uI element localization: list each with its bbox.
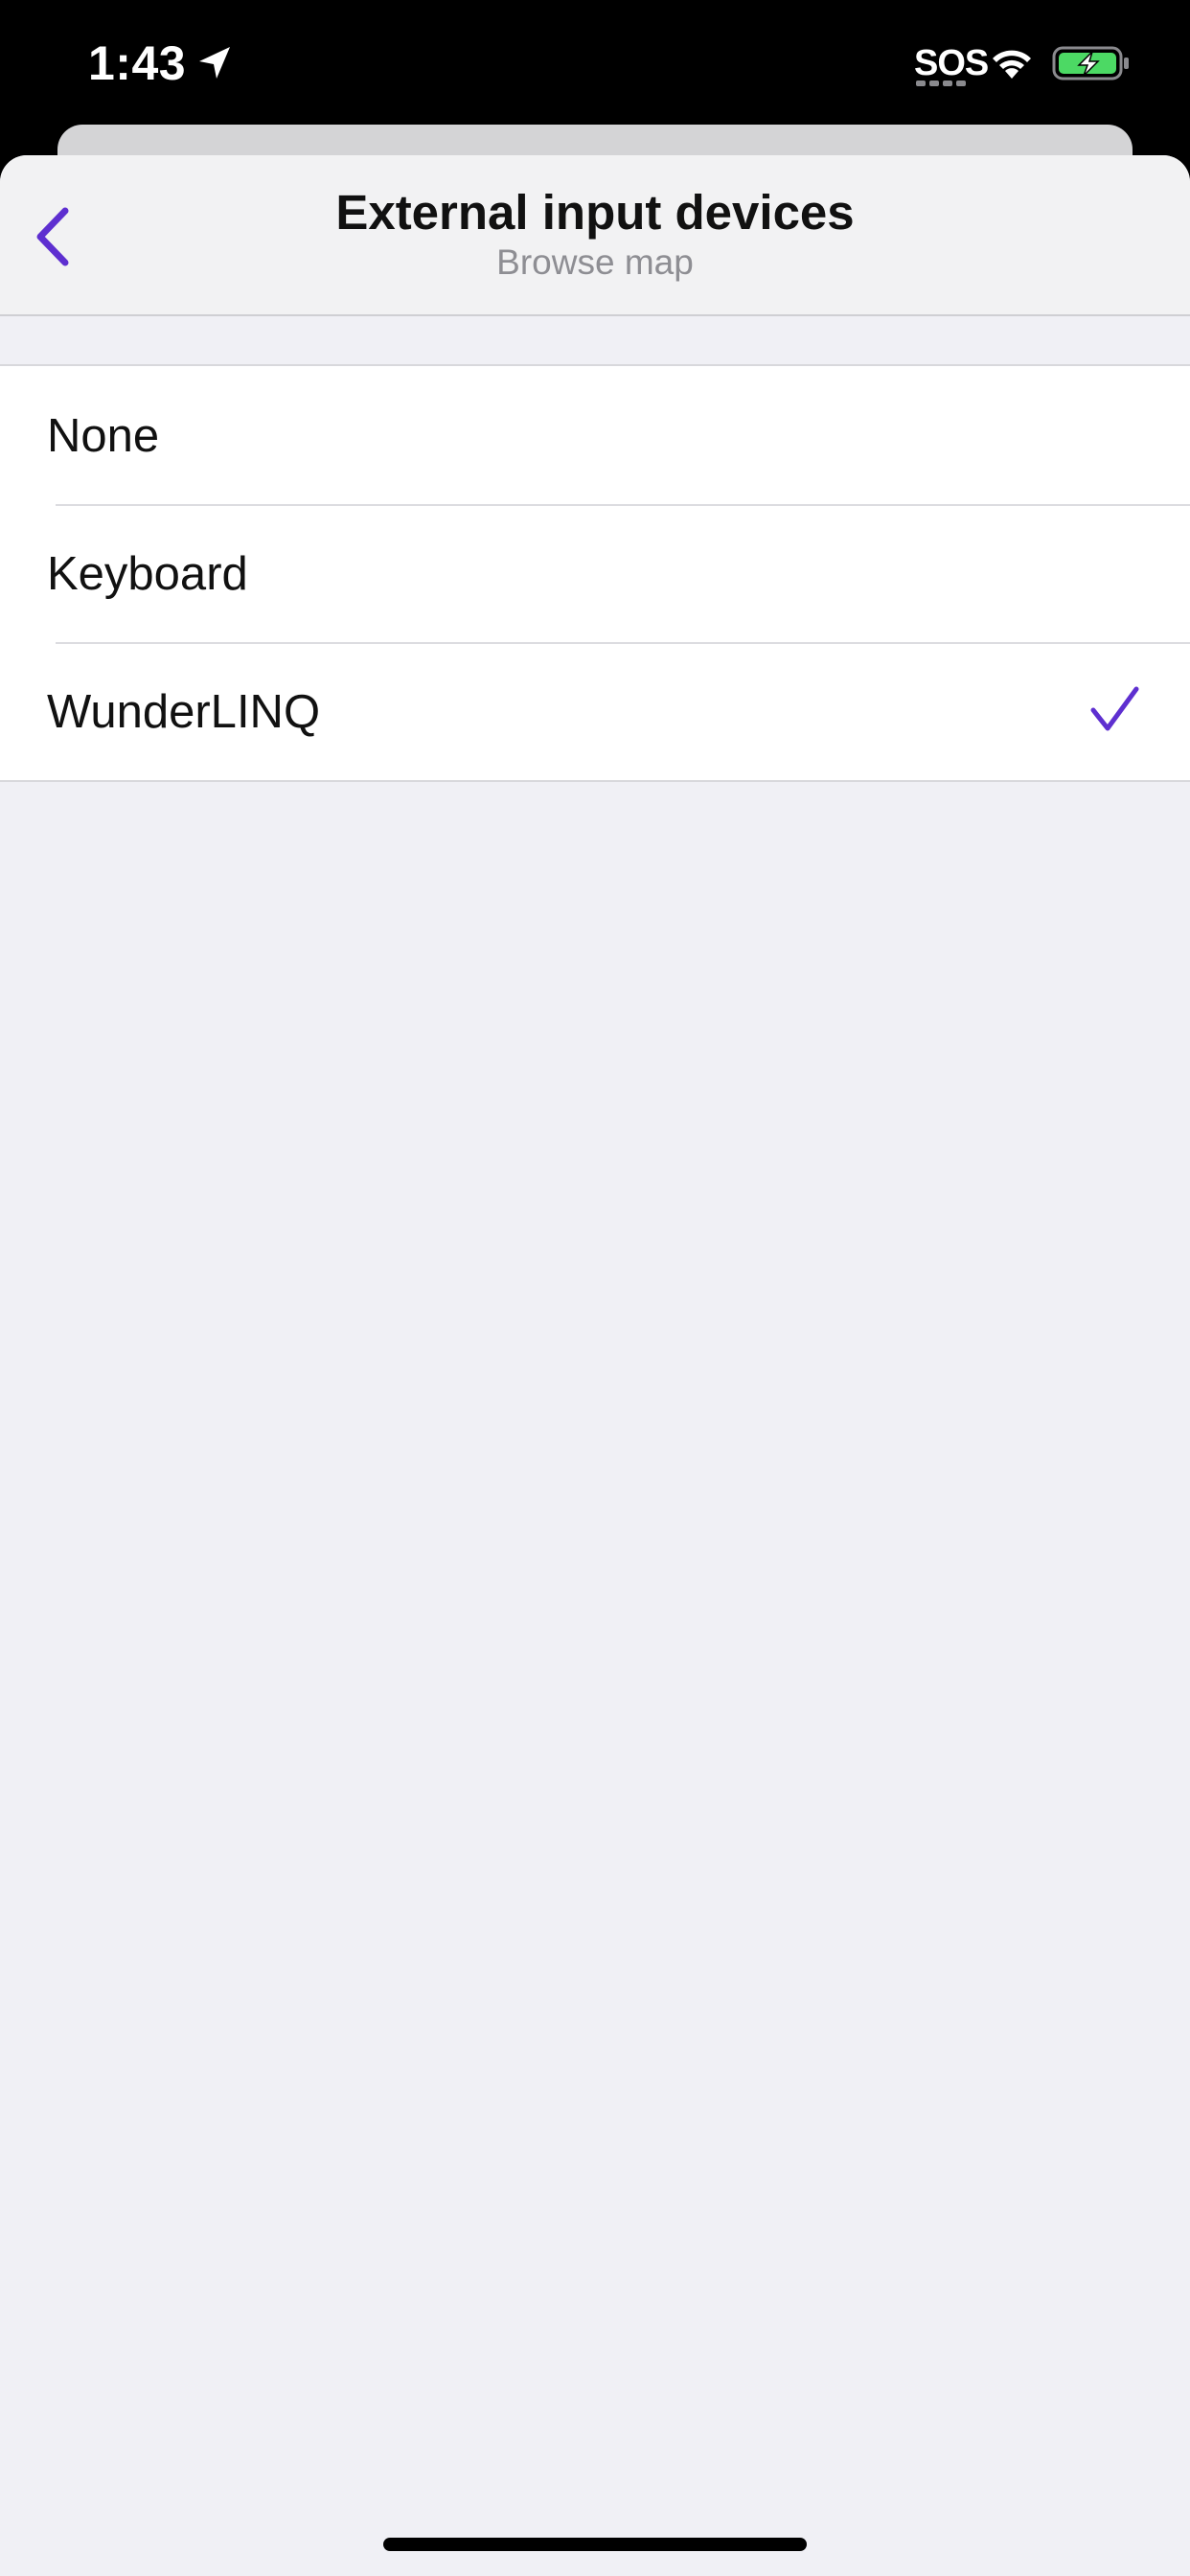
wifi-icon: [993, 50, 1031, 79]
status-time: 1:43: [88, 36, 187, 90]
options-list: None Keyboard WunderLINQ: [0, 364, 1190, 782]
location-arrow-icon: [199, 47, 230, 79]
option-keyboard[interactable]: Keyboard: [0, 504, 1190, 642]
navigation-bar: External input devices Browse map: [0, 155, 1190, 316]
page-subtitle: Browse map: [496, 242, 694, 282]
option-label: WunderLINQ: [47, 686, 321, 738]
sos-label: SOS: [914, 43, 989, 83]
checkmark-icon: [1090, 686, 1139, 731]
option-wunderlinq[interactable]: WunderLINQ: [0, 642, 1190, 780]
settings-sheet: External input devices Browse map None K…: [0, 155, 1190, 2576]
option-none[interactable]: None: [0, 366, 1190, 504]
option-label: Keyboard: [47, 548, 248, 600]
status-bar: 1:43 SOS: [0, 0, 1190, 126]
option-label: None: [47, 410, 160, 462]
page-title: External input devices: [335, 185, 855, 240]
cellular-dots-icon: [916, 80, 966, 86]
battery-charging-icon: [1052, 46, 1129, 80]
home-indicator: [383, 2538, 807, 2551]
